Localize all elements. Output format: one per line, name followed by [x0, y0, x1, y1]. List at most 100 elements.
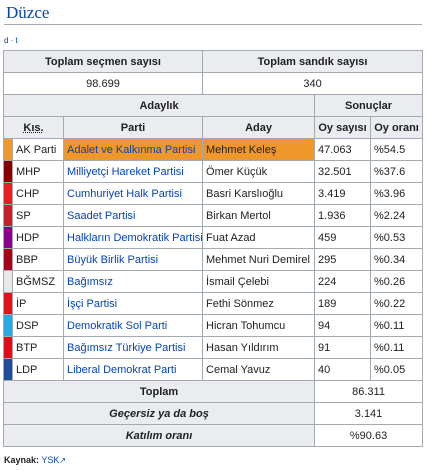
candidate-name: Hasan Yıldırım — [202, 336, 316, 359]
candidate-name: Birkan Mertol — [202, 204, 316, 227]
source-link[interactable]: YSK — [41, 455, 59, 465]
title-divider — [4, 24, 422, 25]
candidate-name: İsmail Çelebi — [202, 270, 316, 293]
party-color-swatch — [3, 270, 13, 293]
party-link[interactable]: Halkların Demokratik Partisi — [62, 226, 204, 249]
vote-share: %2.24 — [370, 204, 424, 227]
vote-count: 1.936 — [314, 204, 372, 227]
party-row: AK Parti Adalet ve Kalkınma Partisi Mehmet… — [3, 138, 424, 161]
candidate-column-header: Aday — [202, 116, 316, 139]
share-column-header: Oy oranı — [370, 116, 424, 139]
candidate-name: Fuat Azad — [202, 226, 316, 249]
party-link[interactable]: Milliyetçi Hareket Partisi — [62, 160, 204, 183]
page-title[interactable]: Düzce — [6, 3, 49, 23]
abbr-column-header[interactable]: Kıs. — [3, 116, 64, 139]
party-link[interactable]: Bağımsız — [62, 270, 204, 293]
party-abbr: AK Parti — [12, 138, 64, 161]
total-boxes-header: Toplam sandık sayısı — [202, 50, 424, 73]
vote-share: %0.26 — [370, 270, 424, 293]
election-infobox: Düzce d · t Toplam seçmen sayısı Toplam … — [0, 0, 426, 471]
party-link[interactable]: Saadet Partisi — [62, 204, 204, 227]
total-voters-header: Toplam seçmen sayısı — [2, 50, 204, 73]
candidate-name: Fethi Sönmez — [202, 292, 316, 315]
source-note: Kaynak: YSK↗ — [4, 455, 66, 465]
party-row: DSP Demokratik Sol Parti Hicran Tohumcu 94%… — [3, 314, 424, 337]
party-color-swatch — [3, 358, 13, 381]
vote-share: %37.6 — [370, 160, 424, 183]
party-row: LDP Liberal Demokrat Parti Cemal Yavuz 40 %0… — [3, 358, 424, 381]
candidate-name: Basri Karslıoğlu — [202, 182, 316, 205]
party-color-swatch — [3, 336, 13, 359]
party-link[interactable]: Cumhuriyet Halk Partisi — [62, 182, 204, 205]
vote-count: 224 — [314, 270, 372, 293]
summary-row: Geçersiz ya da boş 3.141 — [2, 402, 424, 425]
party-link[interactable]: Bağımsız Türkiye Partisi — [62, 336, 204, 359]
candidate-name: Ömer Küçük — [202, 160, 316, 183]
party-abbr: DSP — [12, 314, 64, 337]
party-link[interactable]: İşçi Partisi — [62, 292, 204, 315]
party-link[interactable]: Liberal Demokrat Parti — [62, 358, 204, 381]
party-row: CHP Cumhuriyet Halk Partisi Basri Karslıoğ… — [3, 182, 424, 205]
summary-row: Katılım oranı %90.63 — [2, 424, 424, 447]
source-label: Kaynak: — [4, 455, 40, 465]
vote-share: %3.96 — [370, 182, 424, 205]
party-color-swatch — [3, 182, 13, 205]
party-row: SP Saadet Partisi Birkan Mertol 1.936 %2.24 — [3, 204, 424, 227]
party-row: BTP Bağımsız Türkiye Partisi Hasan Yıldırı… — [3, 336, 424, 359]
vote-share: %0.11 — [370, 314, 424, 337]
summary-label: Katılım oranı — [2, 424, 316, 447]
candidate-name: Hicran Tohumcu — [202, 314, 316, 337]
candidate-name: Mehmet Keleş — [202, 138, 316, 161]
external-link-icon: ↗ — [59, 456, 67, 465]
total-voters-value: 98.699 — [2, 72, 204, 95]
party-abbr: BTP — [12, 336, 64, 359]
candidate-name: Mehmet Nuri Demirel — [202, 248, 316, 271]
results-header: Sonuçlar — [314, 94, 424, 117]
summary-label: Toplam — [2, 380, 316, 403]
votes-column-header: Oy sayısı — [314, 116, 372, 139]
party-color-swatch — [3, 226, 13, 249]
candidate-name: Cemal Yavuz — [202, 358, 316, 381]
vote-count: 459 — [314, 226, 372, 249]
party-color-swatch — [3, 204, 13, 227]
party-abbr: LDP — [12, 358, 64, 381]
vote-share: %0.22 — [370, 292, 424, 315]
view-edit-links[interactable]: d · t — [4, 36, 18, 45]
vote-share: %0.53 — [370, 226, 424, 249]
abbr-header-label: Kıs. — [23, 121, 44, 134]
party-color-swatch — [3, 160, 13, 183]
vote-count: 94 — [314, 314, 372, 337]
vote-count: 189 — [314, 292, 372, 315]
vote-count: 47.063 — [314, 138, 372, 161]
party-row: BĞMSZ Bağımsız İsmail Çelebi 224 %0.26 — [3, 270, 424, 293]
candidacy-header: Adaylık — [2, 94, 316, 117]
summary-label: Geçersiz ya da boş — [2, 402, 316, 425]
vote-count: 91 — [314, 336, 372, 359]
vote-count: 40 — [314, 358, 372, 381]
total-boxes-value: 340 — [202, 72, 424, 95]
party-column-header: Parti — [62, 116, 204, 139]
party-abbr: HDP — [12, 226, 64, 249]
party-row: İP İşçi Partisi Fethi Sönmez 189 %0.22 — [3, 292, 424, 315]
party-abbr: MHP — [12, 160, 64, 183]
party-color-swatch — [3, 248, 13, 271]
party-abbr: CHP — [12, 182, 64, 205]
party-abbr: BBP — [12, 248, 64, 271]
summary-value: %90.63 — [314, 424, 424, 447]
vote-count: 32.501 — [314, 160, 372, 183]
party-row: MHP Milliyetçi Hareket Partisi Ömer Küçük 3… — [3, 160, 424, 183]
party-link[interactable]: Adalet ve Kalkınma Partisi — [62, 138, 204, 161]
party-color-swatch — [3, 314, 13, 337]
vote-count: 3.419 — [314, 182, 372, 205]
party-abbr: İP — [12, 292, 64, 315]
summary-value: 86.311 — [314, 380, 424, 403]
results-table: Toplam seçmen sayısı Toplam sandık sayıs… — [2, 50, 424, 447]
party-link[interactable]: Büyük Birlik Partisi — [62, 248, 204, 271]
party-row: HDP Halkların Demokratik Partisi Fuat Azad… — [3, 226, 424, 249]
vote-count: 295 — [314, 248, 372, 271]
party-color-swatch — [3, 138, 13, 161]
vote-share: %0.34 — [370, 248, 424, 271]
party-link[interactable]: Demokratik Sol Parti — [62, 314, 204, 337]
party-abbr: SP — [12, 204, 64, 227]
summary-value: 3.141 — [314, 402, 424, 425]
